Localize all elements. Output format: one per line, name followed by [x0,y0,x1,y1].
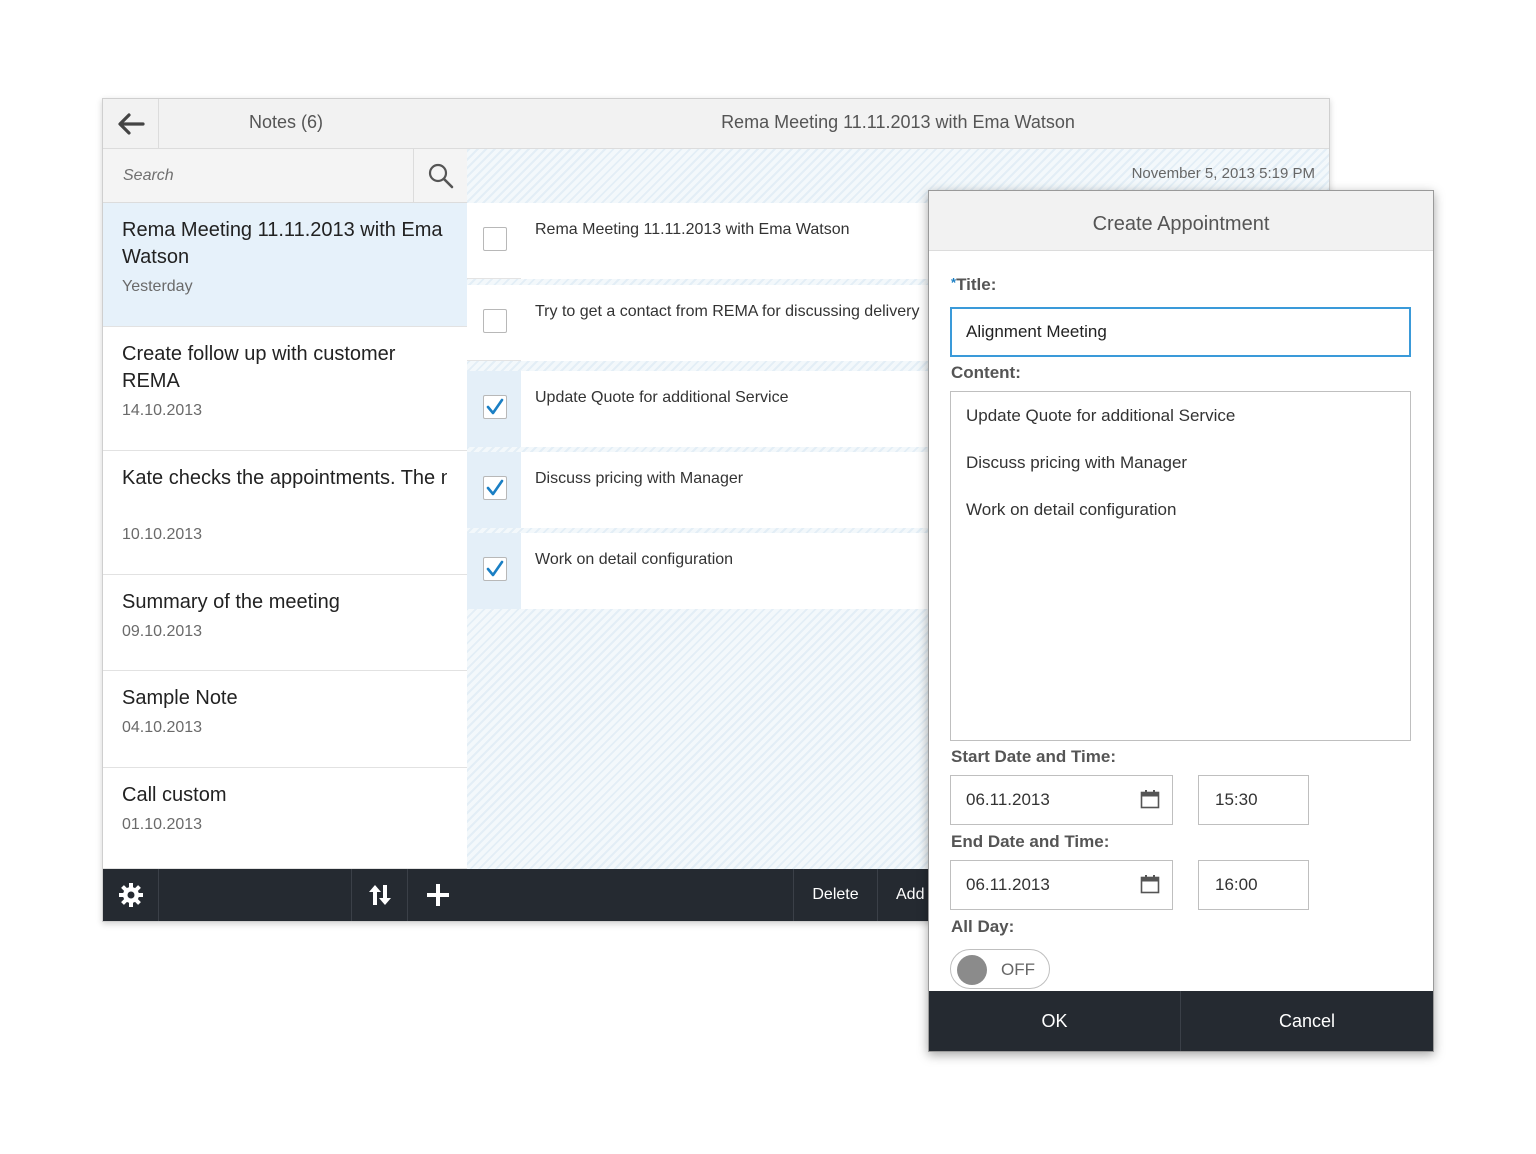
dialog-footer: OK Cancel [929,991,1433,1051]
search-button[interactable] [413,149,467,202]
plus-icon [426,884,449,906]
note-date: 10.10.2013 [122,526,203,543]
detail-title: Rema Meeting 11.11.2013 with Ema Watson [467,99,1329,149]
todo-item: Work on detail configuration [467,533,947,609]
add-note-button[interactable] [407,869,467,921]
content-line: Update Quote for additional Service [966,406,1236,425]
content-line: Work on detail configuration [966,500,1177,519]
todo-checkbox[interactable] [483,309,507,333]
list-item[interactable]: Summary of the meeting 09.10.2013 [103,575,467,671]
title-label-text: Title: [956,275,997,294]
notes-master-pane: Notes (6) Rema Meeting 11.11.2013 with E… [103,99,467,921]
todo-checkbox[interactable] [483,227,507,251]
start-date-value: 06.11.2013 [966,790,1050,809]
note-timestamp: November 5, 2013 5:19 PM [1131,165,1315,182]
note-date: 01.10.2013 [122,816,203,833]
note-date: Yesterday [122,278,193,295]
toggle-knob [957,955,987,985]
start-time-picker[interactable]: 15:30 [1198,775,1309,825]
notes-count-title: Notes (6) [248,112,324,132]
content-textarea[interactable]: Update Quote for additional Service Disc… [950,391,1411,741]
note-title: Rema Meeting 11.11.2013 with Ema Watson [122,219,443,268]
note-title-text: Kate checks the appointments. The note w… [122,467,447,489]
todo-text[interactable]: Update Quote for additional Service [521,371,947,447]
note-date: 14.10.2013 [122,402,203,419]
end-date-value: 06.11.2013 [966,875,1050,894]
back-button[interactable] [103,99,159,149]
list-item[interactable]: Kate checks the appointments. The note w… [103,451,467,575]
checkmark-icon [486,479,504,496]
cancel-button[interactable]: Cancel [1181,991,1433,1051]
sort-button[interactable] [351,869,407,921]
list-item[interactable]: Create follow up with customer REMA 14.1… [103,327,467,451]
search-icon [428,163,453,188]
end-date-picker[interactable]: 06.11.2013 [950,860,1173,910]
list-item[interactable]: Rema Meeting 11.11.2013 with Ema Watson … [103,203,467,327]
note-date: 04.10.2013 [122,719,203,736]
calendar-icon [1140,875,1160,894]
note-title: Kate checks the appointments. The note w… [122,465,447,492]
start-date-picker[interactable]: 06.11.2013 [950,775,1173,825]
checkbox-zone [467,203,521,279]
arrow-left-icon [117,113,145,135]
todo-checkbox[interactable] [483,476,507,500]
todo-item: Update Quote for additional Service [467,371,947,447]
content-line: Discuss pricing with Manager [966,453,1188,472]
start-date-label: Start Date and Time: [951,747,1117,766]
todo-item: Discuss pricing with Manager [467,452,947,528]
all-day-toggle[interactable]: OFF [950,949,1050,989]
ok-button[interactable]: OK [929,991,1181,1051]
title-label: *Title: [951,275,996,295]
note-title: Summary of the meeting [122,591,340,613]
checkbox-zone [467,285,521,361]
dialog-title: Create Appointment [929,191,1433,251]
all-day-label: All Day: [951,917,1015,936]
checkbox-zone [467,533,521,609]
checkmark-icon [486,560,504,577]
note-title: Sample Note [122,687,238,709]
sort-icon [368,885,391,905]
notes-list: Rema Meeting 11.11.2013 with Ema Watson … [103,203,467,869]
content-label: Content: [951,363,1021,382]
note-title: Create follow up with customer REMA [122,343,396,392]
todo-item: Rema Meeting 11.11.2013 with Ema Watson [467,203,947,279]
todo-text[interactable]: Work on detail configuration [521,533,947,609]
search-input[interactable] [103,149,413,202]
checkbox-zone [467,452,521,528]
todo-item: Try to get a contact from REMA for discu… [467,285,947,361]
todo-text[interactable]: Discuss pricing with Manager [521,452,947,528]
end-time-picker[interactable]: 16:00 [1198,860,1309,910]
toggle-state: OFF [1001,960,1035,979]
list-item[interactable]: Call custom 01.10.2013 [103,768,467,869]
end-date-label: End Date and Time: [951,832,1110,851]
search-bar [103,149,467,203]
todo-text[interactable]: Try to get a contact from REMA for discu… [521,285,947,361]
checkbox-zone [467,371,521,447]
todo-text[interactable]: Rema Meeting 11.11.2013 with Ema Watson [521,203,947,279]
master-header: Notes (6) [103,99,467,149]
title-input[interactable] [950,307,1411,357]
todo-checkbox[interactable] [483,557,507,581]
gear-icon [118,883,143,907]
note-title: Call custom [122,784,227,806]
create-appointment-dialog: Create Appointment *Title: Content: Upda… [928,190,1434,1052]
todo-checkbox[interactable] [483,395,507,419]
master-footer-toolbar [103,869,467,921]
note-date: 09.10.2013 [122,623,203,640]
calendar-icon [1140,790,1160,809]
checkmark-icon [486,398,504,415]
delete-button[interactable]: Delete [793,869,877,921]
settings-button[interactable] [103,869,159,921]
list-item[interactable]: Sample Note 04.10.2013 [103,671,467,768]
